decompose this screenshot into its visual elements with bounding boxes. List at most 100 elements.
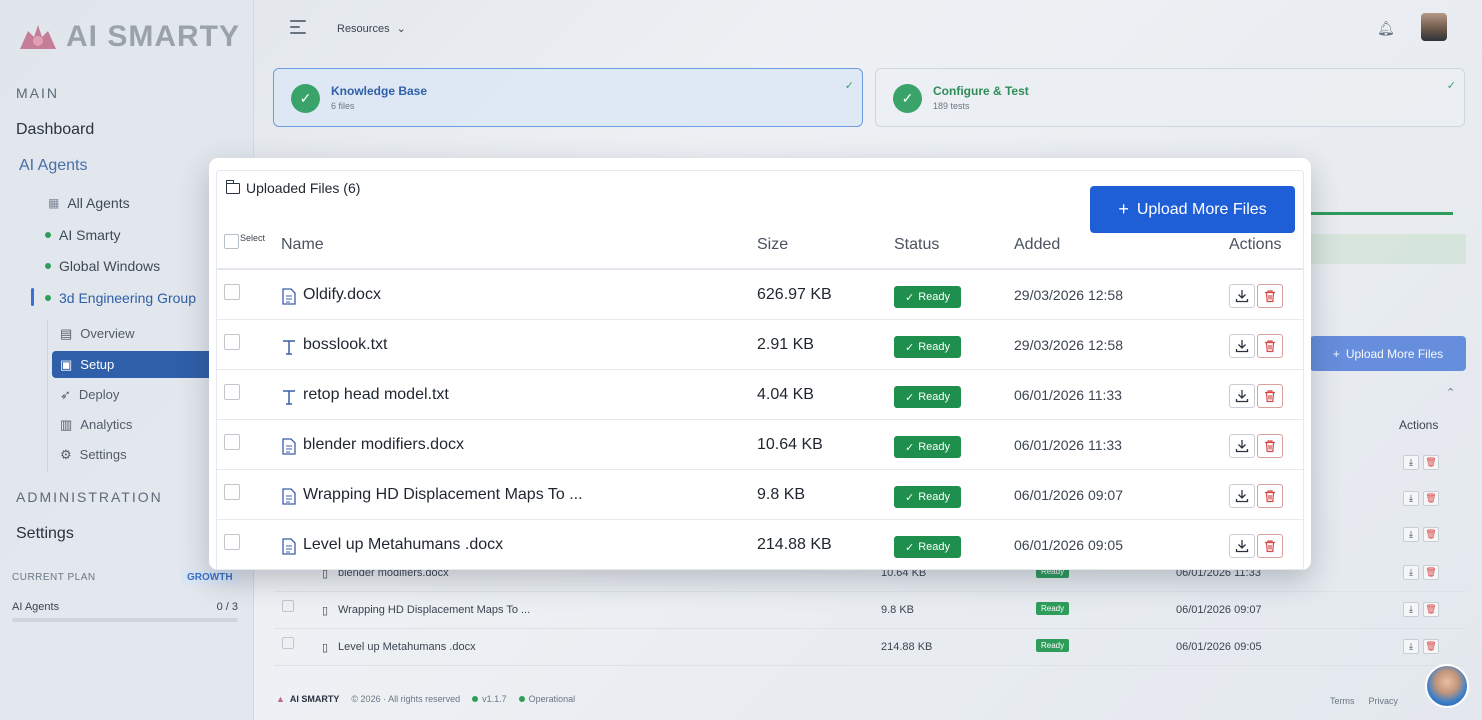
- nav-dashboard[interactable]: Dashboard: [16, 121, 94, 139]
- row-actions: [1229, 384, 1283, 408]
- logo-icon: [16, 21, 60, 53]
- sidebar-item-3d-engineering[interactable]: 3d Engineering Group: [45, 290, 196, 306]
- terms-link[interactable]: Terms: [1330, 696, 1355, 706]
- file-name: Wrapping HD Displacement Maps To ...: [338, 604, 531, 616]
- trash-icon[interactable]: 🗑︎: [1423, 491, 1439, 506]
- download-icon[interactable]: [1229, 334, 1255, 358]
- grid-icon: ▦: [48, 196, 60, 210]
- trash-icon[interactable]: 🗑︎: [1423, 639, 1439, 654]
- trash-icon[interactable]: [1257, 534, 1283, 558]
- trash-icon[interactable]: [1257, 334, 1283, 358]
- column-header-added[interactable]: Added: [1014, 236, 1060, 254]
- bell-icon[interactable]: 🔔︎: [1377, 20, 1395, 37]
- column-header-actions: Actions: [1229, 236, 1282, 253]
- download-icon[interactable]: ⤓: [1403, 565, 1419, 580]
- file-added-date: 06/01/2026 09:05: [1014, 537, 1123, 553]
- deploy-icon: ➶: [60, 386, 71, 402]
- row-checkbox[interactable]: [224, 384, 240, 400]
- download-icon[interactable]: ⤓: [1403, 602, 1419, 617]
- plan-usage-label: AI Agents: [12, 601, 60, 613]
- select-all-checkbox[interactable]: [224, 234, 239, 249]
- table-row[interactable]: ▯ Wrapping HD Displacement Maps To ... 9…: [274, 592, 1466, 629]
- trash-icon[interactable]: 🗑︎: [1423, 602, 1439, 617]
- subnav-settings[interactable]: ⚙ Settings: [52, 441, 222, 468]
- check-icon: ✓: [904, 541, 915, 554]
- row-checkbox[interactable]: [224, 334, 240, 350]
- column-header-status[interactable]: Status: [894, 236, 939, 254]
- download-icon[interactable]: [1229, 484, 1255, 508]
- agent-subnav: ▤ Overview ▣ Setup ➶ Deploy ▥ Analytics …: [47, 320, 222, 472]
- sidebar-item-all-agents[interactable]: ▦ All Agents: [48, 195, 130, 211]
- step-configure-test[interactable]: ✓ Configure & Test 189 tests ✓: [875, 68, 1465, 127]
- table-row[interactable]: blender modifiers.docx 10.64 KB ✓ Ready 06/0…: [216, 420, 1303, 470]
- status-text: Ready: [918, 541, 950, 553]
- nav-settings[interactable]: Settings: [16, 525, 74, 543]
- row-checkbox[interactable]: [224, 434, 240, 450]
- file-name: Level up Metahumans .docx: [338, 641, 476, 653]
- download-icon[interactable]: [1229, 284, 1255, 308]
- table-row[interactable]: bosslook.txt 2.91 KB ✓ Ready 29/03/2026 12:5…: [216, 320, 1303, 370]
- table-row[interactable]: ▯ Level up Metahumans .docx 214.88 KB Re…: [274, 629, 1466, 666]
- row-checkbox[interactable]: [282, 600, 294, 612]
- nav-ai-agents[interactable]: AI Agents: [19, 157, 88, 175]
- app-logo[interactable]: AI SMARTY: [16, 20, 240, 54]
- upload-more-files-button[interactable]: + Upload More Files: [1090, 186, 1295, 233]
- row-checkbox[interactable]: [224, 534, 240, 550]
- resources-dropdown[interactable]: Resources ⌄: [337, 22, 406, 35]
- table-row[interactable]: Level up Metahumans .docx 214.88 KB ✓ Ready…: [216, 520, 1303, 570]
- row-checkbox[interactable]: [282, 637, 294, 649]
- file-size: 10.64 KB: [757, 436, 823, 453]
- subnav-deploy[interactable]: ➶ Deploy: [52, 381, 222, 408]
- privacy-link[interactable]: Privacy: [1369, 696, 1399, 706]
- table-row[interactable]: Oldify.docx 626.97 KB ✓ Ready 29/03/2026 12:…: [216, 270, 1303, 320]
- subnav-analytics[interactable]: ▥ Analytics: [52, 411, 222, 438]
- download-icon[interactable]: [1229, 384, 1255, 408]
- plan-badge: GROWTH: [181, 570, 239, 585]
- subnav-setup[interactable]: ▣ Setup: [52, 351, 222, 378]
- step-knowledge-base[interactable]: ✓ Knowledge Base 6 files ✓: [273, 68, 863, 127]
- support-avatar[interactable]: [1425, 664, 1469, 708]
- trash-icon[interactable]: [1257, 484, 1283, 508]
- download-icon[interactable]: ⤓: [1403, 455, 1419, 470]
- table-row[interactable]: retop head model.txt 4.04 KB ✓ Ready 06/01/2…: [216, 370, 1303, 420]
- column-header-size[interactable]: Size: [757, 236, 788, 254]
- download-icon[interactable]: ⤓: [1403, 639, 1419, 654]
- actions-column-header: Actions: [1399, 418, 1439, 432]
- trash-icon[interactable]: [1257, 434, 1283, 458]
- row-actions: [1229, 284, 1283, 308]
- upload-more-files-button[interactable]: + Upload More Files: [1310, 336, 1466, 371]
- document-icon: [282, 288, 296, 305]
- subnav-overview[interactable]: ▤ Overview: [52, 320, 222, 347]
- file-name: Wrapping HD Displacement Maps To ...: [303, 486, 583, 503]
- download-icon[interactable]: ⤓: [1403, 527, 1419, 542]
- trash-icon[interactable]: [1257, 284, 1283, 308]
- row-checkbox[interactable]: [224, 284, 240, 300]
- menu-toggle-icon[interactable]: [290, 20, 306, 38]
- file-added-date: 29/03/2026 12:58: [1014, 337, 1123, 353]
- sidebar-item-ai-smarty[interactable]: AI Smarty: [45, 227, 120, 243]
- trash-icon[interactable]: 🗑︎: [1423, 565, 1439, 580]
- sidebar-item-global-windows[interactable]: Global Windows: [45, 258, 160, 274]
- status-badge: ✓ Ready: [894, 486, 961, 508]
- table-row[interactable]: Wrapping HD Displacement Maps To ... 9.8 …: [216, 470, 1303, 520]
- chevron-up-icon[interactable]: ⌃: [1446, 386, 1455, 399]
- download-icon[interactable]: [1229, 434, 1255, 458]
- row-actions: [1229, 534, 1283, 558]
- download-icon[interactable]: [1229, 534, 1255, 558]
- download-icon[interactable]: ⤓: [1403, 491, 1419, 506]
- column-header-name[interactable]: Name: [281, 236, 324, 254]
- step-subtitle: 189 tests: [933, 101, 970, 111]
- trash-icon[interactable]: [1257, 384, 1283, 408]
- text-file-icon: [282, 338, 296, 355]
- row-checkbox[interactable]: [224, 484, 240, 500]
- sidebar-item-label: 3d Engineering Group: [59, 290, 196, 306]
- trash-icon[interactable]: 🗑︎: [1423, 455, 1439, 470]
- document-icon: [282, 438, 296, 455]
- bg-row-actions: ⤓ 🗑︎ ⤓ 🗑︎ ⤓ 🗑︎: [1403, 455, 1439, 542]
- file-name: Level up Metahumans .docx: [303, 536, 504, 553]
- trash-icon[interactable]: 🗑︎: [1423, 527, 1439, 542]
- row-actions: [1229, 484, 1283, 508]
- user-avatar[interactable]: [1421, 13, 1447, 41]
- file-added-date: 06/01/2026 11:33: [1014, 437, 1122, 453]
- footer-copyright: © 2026 · All rights reserved: [351, 694, 461, 704]
